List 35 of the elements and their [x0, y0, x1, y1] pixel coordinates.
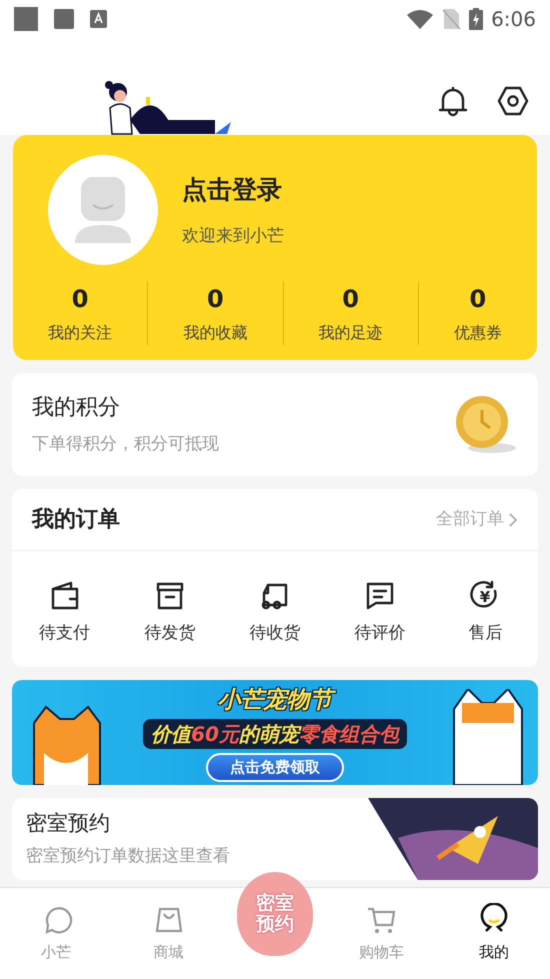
order-status-button[interactable]: 待评价: [328, 579, 433, 646]
stat-count: 0: [72, 284, 88, 315]
settings-button[interactable]: [496, 84, 530, 118]
welcome-text: 欢迎来到小芒: [182, 225, 284, 248]
orders-title: 我的订单: [32, 506, 121, 534]
stat-label[interactable]: 我的收藏: [183, 321, 248, 345]
tab-bar-item[interactable]: 我的: [438, 888, 550, 979]
stat-count: 0: [342, 284, 359, 315]
no-sim-icon: [441, 8, 462, 30]
stat-label[interactable]: 优惠券: [454, 321, 502, 345]
escape-room-card[interactable]: 密室预约 密室预约订单数据这里查看: [12, 798, 538, 880]
notification-bell-button[interactable]: [436, 84, 470, 118]
pet-festival-banner[interactable]: 小芒宠物节 价值60元的萌宠零食组合包 点击免费领取: [12, 680, 538, 784]
stat-count: 0: [207, 284, 224, 315]
coin-icon: [454, 394, 518, 456]
stat-count: 0: [470, 284, 486, 315]
keyboard-icon: [90, 10, 107, 28]
banner-subtitle: 价值60元的萌宠零食组合包: [143, 719, 407, 749]
order-status-button[interactable]: ¥ 售后: [432, 579, 538, 646]
battery-icon: [469, 8, 484, 30]
login-link[interactable]: 点击登录: [182, 170, 284, 208]
chevron-right-icon: [508, 512, 518, 528]
order-status-button[interactable]: 待收货: [222, 579, 328, 646]
clock-time: 6:06: [491, 6, 536, 33]
escape-room-title: 密室预约: [26, 810, 111, 837]
escape-room-subtitle: 密室预约订单数据这里查看: [26, 844, 231, 868]
wifi-icon: [407, 9, 434, 29]
stat-label[interactable]: 我的足迹: [318, 321, 383, 345]
claim-free-button[interactable]: 点击免费领取: [206, 753, 344, 782]
points-subtitle: 下单得积分，积分可抵现: [32, 433, 220, 456]
points-title: 我的积分: [32, 394, 121, 422]
order-status-button[interactable]: 待发货: [117, 579, 222, 646]
stat-label[interactable]: 我的关注: [48, 321, 112, 345]
points-card[interactable]: 我的积分 下单得积分，积分可抵现: [12, 373, 538, 476]
order-status-button[interactable]: 待支付: [12, 579, 118, 646]
